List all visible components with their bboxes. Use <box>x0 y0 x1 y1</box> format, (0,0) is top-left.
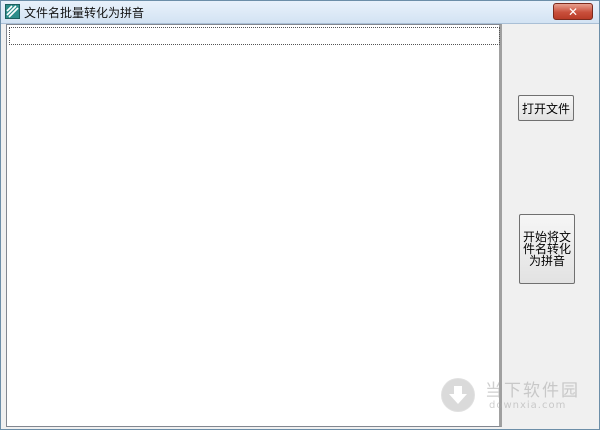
watermark-domain: downxia.com <box>489 400 567 411</box>
download-arrow-icon <box>441 378 475 412</box>
title-bar[interactable]: 文件名批量转化为拼音 ✕ <box>1 1 599 24</box>
window-title: 文件名批量转化为拼音 <box>24 6 145 20</box>
focused-list-row[interactable] <box>9 27 500 45</box>
app-icon <box>5 4 20 19</box>
open-file-button[interactable]: 打开文件 <box>518 95 574 121</box>
start-convert-button[interactable]: 开始将文件名转化为拼音 <box>519 214 575 284</box>
app-window: 文件名批量转化为拼音 ✕ 打开文件 开始将文件名转化为拼音 当下软件园 down… <box>0 0 600 430</box>
client-area: 打开文件 开始将文件名转化为拼音 当下软件园 downxia.com <box>1 24 599 429</box>
watermark-brand: 当下软件园 <box>485 381 580 401</box>
watermark: 当下软件园 downxia.com <box>441 376 591 416</box>
close-button[interactable]: ✕ <box>553 3 593 20</box>
file-list[interactable] <box>6 24 502 427</box>
close-icon: ✕ <box>567 4 579 19</box>
